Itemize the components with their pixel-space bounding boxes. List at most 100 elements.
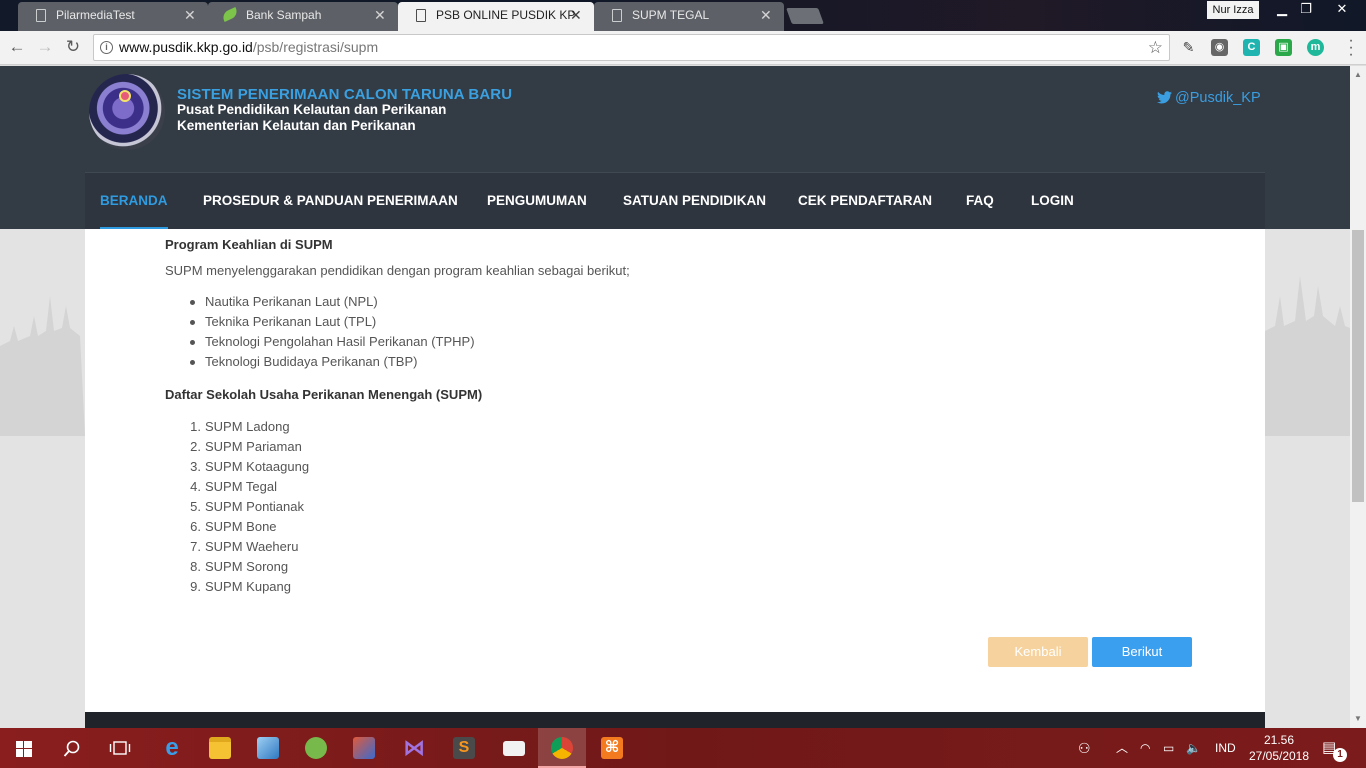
menu-dots-icon[interactable]: · · · xyxy=(1346,33,1356,63)
item-number: 1. xyxy=(190,419,201,434)
language-indicator[interactable]: IND xyxy=(1215,728,1236,768)
nav-login[interactable]: LOGIN xyxy=(1031,173,1074,230)
back-arrow-icon[interactable]: ← xyxy=(6,36,28,58)
search-button[interactable] xyxy=(48,728,96,768)
edge-icon: e xyxy=(165,734,179,761)
item-number: 4. xyxy=(190,479,201,494)
extension-c-icon[interactable]: C xyxy=(1243,39,1260,56)
notifications-icon[interactable]: ▤ xyxy=(1322,728,1336,768)
chrome-icon xyxy=(551,737,573,759)
nav-satuan-pendidikan[interactable]: SATUAN PENDIDIKAN xyxy=(623,173,766,230)
site-footer xyxy=(85,712,1265,728)
tab-psb-online[interactable]: PSB ONLINE PUSDIK KP ✕ xyxy=(398,2,594,31)
browser-tab-strip: PilarmediaTest ✕ Bank Sampah ✕ PSB ONLIN… xyxy=(0,0,1366,31)
pusdik-logo[interactable] xyxy=(89,74,165,150)
school-name: SUPM Waeheru xyxy=(205,539,299,554)
item-number: 8. xyxy=(190,559,201,574)
list-item: Teknologi Budidaya Perikanan (TBP) xyxy=(165,352,475,372)
volume-icon[interactable]: 🔈 xyxy=(1186,728,1201,768)
tab-title: PilarmediaTest xyxy=(56,8,135,22)
chevron-up-icon[interactable]: ︿ xyxy=(1116,728,1128,768)
extension-m-icon[interactable]: m xyxy=(1307,39,1324,56)
close-icon[interactable]: ✕ xyxy=(570,2,582,29)
nav-cek-pendaftaran[interactable]: CEK PENDAFTARAN xyxy=(798,173,932,230)
wifi-icon[interactable]: ◠ xyxy=(1140,728,1150,768)
taskbar-virtualbox[interactable] xyxy=(244,728,292,768)
windows-taskbar: e ⋈ S ⌘ ⚇ ︿ ◠ ▭ 🔈 IND 21.56 27/05/2018 ▤… xyxy=(0,728,1366,768)
folder-icon xyxy=(209,737,231,759)
item-number: 2. xyxy=(190,439,201,454)
taskbar-xampp[interactable]: ⌘ xyxy=(588,728,636,768)
page-scrollbar[interactable]: ▲ ▼ xyxy=(1350,66,1366,728)
scroll-down-arrow-icon[interactable]: ▼ xyxy=(1354,714,1362,723)
taskbar-sublime-text[interactable]: S xyxy=(440,728,488,768)
nav-faq[interactable]: FAQ xyxy=(966,173,994,230)
task-view-button[interactable] xyxy=(96,728,144,768)
forward-arrow-icon[interactable]: → xyxy=(34,36,56,58)
list-item: 4. SUPM Tegal xyxy=(165,477,309,497)
new-tab-button[interactable] xyxy=(786,8,824,24)
profile-button[interactable]: Nur Izza xyxy=(1207,1,1259,19)
people-icon[interactable]: ⚇ xyxy=(1078,728,1091,768)
taskbar-file-explorer[interactable] xyxy=(196,728,244,768)
nav-beranda[interactable]: BERANDA xyxy=(100,173,168,230)
taskbar-chrome[interactable] xyxy=(538,728,586,768)
list-item: Nautika Perikanan Laut (NPL) xyxy=(165,292,475,312)
site-subtitle-1: Pusat Pendidikan Kelautan dan Perikanan xyxy=(177,102,447,117)
list-item: 5. SUPM Pontianak xyxy=(165,497,309,517)
document-icon xyxy=(36,9,46,22)
taskbar-visual-studio[interactable]: ⋈ xyxy=(390,728,438,768)
page-viewport: SISTEM PENERIMAAN CALON TARUNA BARU Pusa… xyxy=(0,66,1350,728)
list-item: Teknika Perikanan Laut (TPL) xyxy=(165,312,475,332)
close-icon[interactable]: ✕ xyxy=(760,2,772,29)
bookmark-star-icon[interactable]: ☆ xyxy=(1148,35,1163,60)
nav-prosedur-panduan[interactable]: PROSEDUR & PANDUAN PENERIMAAN xyxy=(203,173,458,230)
program-list: Nautika Perikanan Laut (NPL) Teknika Per… xyxy=(165,292,475,372)
notification-badge: 1 xyxy=(1333,748,1347,762)
close-icon[interactable]: ✕ xyxy=(184,2,196,29)
list-item: 2. SUPM Pariaman xyxy=(165,437,309,457)
school-name: SUPM Sorong xyxy=(205,559,289,574)
kembali-button[interactable]: Kembali xyxy=(988,637,1088,667)
berikut-button[interactable]: Berikut xyxy=(1092,637,1192,667)
tab-bank-sampah[interactable]: Bank Sampah ✕ xyxy=(208,2,398,31)
item-number: 6. xyxy=(190,519,201,534)
scrollbar-thumb[interactable] xyxy=(1352,230,1364,502)
document-icon xyxy=(612,9,622,22)
camera-icon[interactable]: ◉ xyxy=(1211,39,1228,56)
scroll-up-arrow-icon[interactable]: ▲ xyxy=(1354,70,1362,79)
extension-classroom-icon[interactable]: ▣ xyxy=(1275,39,1292,56)
search-icon xyxy=(63,740,80,757)
taskbar-app-builder[interactable] xyxy=(340,728,388,768)
url-host: www.pusdik.kkp.go.id xyxy=(119,39,253,55)
battery-icon[interactable]: ▭ xyxy=(1163,728,1174,768)
minimize-button[interactable]: ▁ xyxy=(1272,0,1292,18)
main-navigation: BERANDA PROSEDUR & PANDUAN PENERIMAAN PE… xyxy=(85,172,1265,230)
tab-pilarmediatest[interactable]: PilarmediaTest ✕ xyxy=(18,2,208,31)
school-name: SUPM Pontianak xyxy=(205,499,304,514)
tab-supm-tegal[interactable]: SUPM TEGAL ✕ xyxy=(594,2,784,31)
restore-button[interactable]: ❐ xyxy=(1294,0,1318,18)
leaf-icon xyxy=(220,7,240,22)
close-window-button[interactable]: ✕ xyxy=(1320,0,1364,18)
section-title-schools: Daftar Sekolah Usaha Perikanan Menengah … xyxy=(165,387,483,402)
taskbar-mail[interactable] xyxy=(490,728,538,768)
logo-emblem xyxy=(119,90,131,102)
start-button[interactable] xyxy=(0,728,48,768)
site-subtitle-2: Kementerian Kelautan dan Perikanan xyxy=(177,118,416,133)
info-icon[interactable]: i xyxy=(100,41,113,54)
taskbar-android-studio[interactable] xyxy=(292,728,340,768)
list-item: 6. SUPM Bone xyxy=(165,517,309,537)
taskbar-edge[interactable]: e xyxy=(148,728,196,768)
item-number: 5. xyxy=(190,499,201,514)
twitter-link[interactable]: @Pusdik_KP xyxy=(1157,90,1261,106)
school-name: SUPM Kupang xyxy=(205,579,291,594)
clock[interactable]: 21.56 27/05/2018 xyxy=(1248,732,1310,764)
school-name: SUPM Kotaagung xyxy=(205,459,310,474)
close-icon[interactable]: ✕ xyxy=(374,2,386,29)
address-bar[interactable]: i www.pusdik.kkp.go.id/psb/registrasi/su… xyxy=(93,34,1170,61)
nav-pengumuman[interactable]: PENGUMUMAN xyxy=(487,173,587,230)
extension-feather-icon[interactable]: ✎ xyxy=(1180,39,1197,56)
section-title-program: Program Keahlian di SUPM xyxy=(165,237,333,252)
reload-icon[interactable]: ↻ xyxy=(62,36,84,58)
